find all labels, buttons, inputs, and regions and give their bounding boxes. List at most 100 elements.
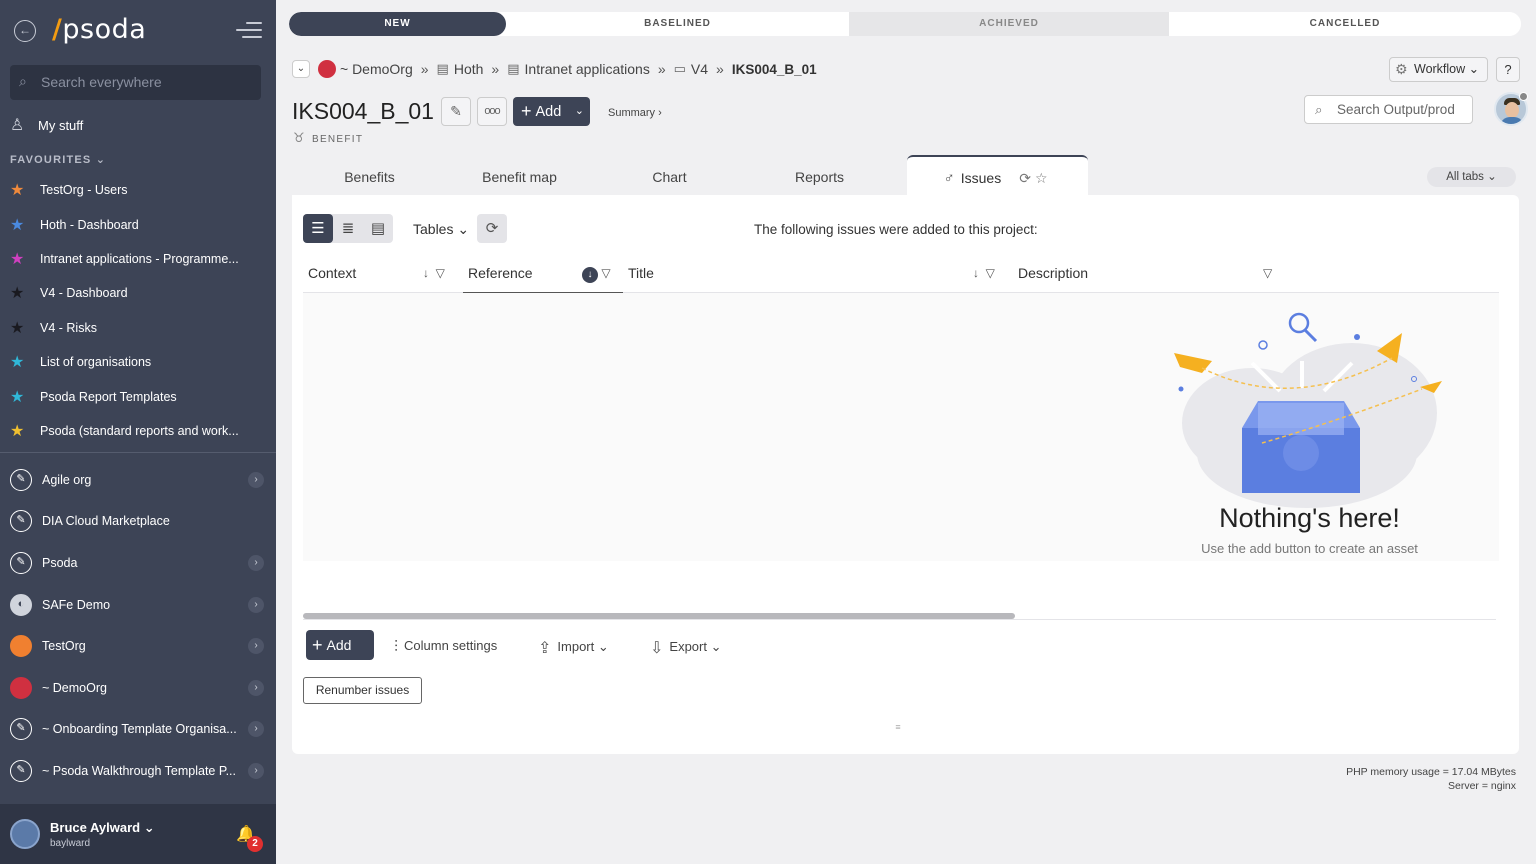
filter-icon[interactable]: ▽ [1263,257,1272,289]
globe-icon: ◐ [10,593,32,616]
sidebar-search-input[interactable]: ⌕ Search everywhere [10,65,261,100]
chevron-right-icon[interactable]: › [248,554,264,571]
sort-filter-icons[interactable]: ↓ ▽ [423,257,445,289]
output-search-input[interactable]: ⌕ Search Output/prod [1304,95,1473,124]
favourite-item[interactable]: ★ Intranet applications - Programme... [10,242,266,276]
import-label: Import [557,639,595,654]
org-item[interactable]: ✎ Psoda › [10,542,268,584]
view-dense-icon[interactable]: ▤ [363,214,393,243]
column-settings-button[interactable]: ⫶ Column settings [394,638,497,657]
org-item[interactable]: ◐ SAFe Demo › [10,584,268,626]
status-cancelled[interactable]: CANCELLED [1169,12,1521,36]
sidebar-my-stuff[interactable]: ♙ My stuff [10,115,83,135]
chevron-right-icon[interactable]: › [248,762,264,779]
help-button[interactable]: ? [1496,57,1520,82]
column-title[interactable]: Title ↓ ▽ [623,257,1013,293]
chevron-right-icon[interactable]: › [248,471,264,488]
favourite-label: TestOrg - Users [40,183,128,198]
favourite-item[interactable]: ★ Psoda Report Templates [10,379,266,413]
breadcrumb-item[interactable]: Intranet applications [525,61,650,77]
column-description[interactable]: Description ▽ [1013,257,1313,293]
resize-grip-icon[interactable]: ≡ [892,722,904,732]
back-icon[interactable]: ← [14,20,36,42]
renumber-issues-button[interactable]: Renumber issues [303,677,422,704]
add-button[interactable]: + Add ⌄ [513,97,590,126]
tab-chart[interactable]: Chart [592,155,747,195]
favourite-item[interactable]: ★ Psoda (standard reports and work... [10,414,266,448]
chevron-right-icon[interactable]: › [248,596,264,613]
column-label: Description [1018,265,1089,281]
export-button[interactable]: ⇩ Export ⌄ [650,638,722,658]
workflow-label: Workflow [1414,62,1466,76]
favourite-item[interactable]: ★ List of organisations [10,345,266,379]
collapse-menu-icon[interactable] [236,22,262,43]
org-item[interactable]: TestOrg › [10,625,268,667]
user-panel[interactable]: Bruce Aylward ⌄ baylward 🔔 2 [0,804,276,864]
status-bar: NEW BASELINED ACHIEVED CANCELLED [289,12,1521,36]
favourite-item[interactable]: ★ TestOrg - Users [10,173,266,207]
favourite-label: Psoda Report Templates [40,389,177,404]
tab-benefit-map[interactable]: Benefit map [447,155,592,195]
upload-icon: ⇪ [538,640,552,657]
breadcrumb-item[interactable]: Hoth [454,61,484,77]
tab-reports[interactable]: Reports [747,155,892,195]
org-item[interactable]: ✎ ~ Onboarding Template Organisa... › [10,709,268,751]
org-label: DIA Cloud Marketplace [42,514,170,529]
favourite-label: Hoth - Dashboard [40,217,139,232]
chevron-right-icon[interactable]: › [248,721,264,738]
breadcrumb-separator: » [716,61,724,77]
breadcrumb-org[interactable]: ~ DemoOrg [340,61,413,77]
breadcrumb-dropdown-icon[interactable]: ⌄ [292,60,310,78]
org-item[interactable]: ✎ DIA Cloud Marketplace [10,501,268,543]
favourite-label: Intranet applications - Programme... [40,251,239,266]
tab-benefits[interactable]: Benefits [292,155,447,195]
status-baselined[interactable]: BASELINED [506,12,849,36]
tab-issues[interactable]: ♂ Issues ⟳☆ [907,155,1088,195]
tables-dropdown[interactable]: Tables ⌄ [413,221,469,238]
favourites-heading-label: FAVOURITES [10,154,92,166]
tab-refresh-favourite-icons[interactable]: ⟳☆ [1019,170,1051,186]
favourite-item[interactable]: ★ Hoth - Dashboard [10,207,266,241]
sidebar-search-placeholder: Search everywhere [41,74,162,90]
pen-icon: ✎ [10,718,32,741]
breadcrumb-item[interactable]: V4 [691,61,708,77]
edit-icon[interactable]: ✎ [441,97,471,126]
favourites-heading[interactable]: FAVOURITES ⌄ [10,153,106,166]
breadcrumb-separator: » [657,61,666,77]
org-item[interactable]: ~ DemoOrg › [10,667,268,709]
add-issue-button[interactable]: + Add [306,630,374,660]
view-list-icon[interactable]: ☰ [303,214,333,243]
programme-icon: ▤ [436,61,449,76]
column-reference[interactable]: Reference ↓ ▽ [463,257,623,293]
refresh-icon[interactable]: ⟳ [477,214,507,243]
favourite-item[interactable]: ★ V4 - Dashboard [10,276,266,310]
memory-usage: PHP memory usage = 17.04 MBytes [1346,766,1516,778]
issues-panel: ☰ ≣ ▤ Tables ⌄ ⟳ The following issues we… [292,195,1519,754]
workflow-button[interactable]: ⚙ Workflow ⌄ [1389,57,1488,82]
sort-filter-icons[interactable]: ↓ ▽ [973,257,995,289]
user-icon: ♙ [10,117,25,134]
sort-filter-icons[interactable]: ↓ ▽ [582,257,611,289]
org-label: Agile org [42,472,92,487]
column-context[interactable]: Context ↓ ▽ [303,257,463,293]
plus-icon: + [312,635,323,655]
org-item[interactable]: ✎ Agile org › [10,459,268,501]
psoda-logo[interactable]: /psoda [52,14,146,45]
chevron-right-icon[interactable]: › [248,679,264,696]
status-new[interactable]: NEW [289,12,506,36]
sidebar: ← /psoda ⌕ Search everywhere ♙ My stuff F… [0,0,276,864]
status-achieved[interactable]: ACHIEVED [849,12,1169,36]
column-label: Reference [468,265,533,281]
breadcrumb-separator: » [420,61,429,77]
view-compact-icon[interactable]: ≣ [333,214,363,243]
more-options-icon[interactable]: ooo [477,97,507,126]
summary-link[interactable]: Summary › [608,107,662,119]
export-label: Export [669,639,707,654]
favourite-item[interactable]: ★ V4 - Risks [10,311,266,345]
all-tabs-button[interactable]: All tabs ⌄ [1427,167,1516,187]
project-icon: ▭ [673,61,686,76]
org-item[interactable]: ✎ ~ Psoda Walkthrough Template P... › [10,750,268,792]
chevron-down-icon[interactable]: ⌄ [575,97,584,126]
import-button[interactable]: ⇪ Import ⌄ [538,638,609,658]
chevron-right-icon[interactable]: › [248,638,264,655]
